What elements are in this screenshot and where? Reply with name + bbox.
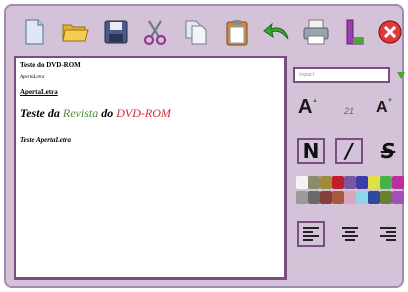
paste-button[interactable] (219, 12, 255, 52)
open-folder-icon (62, 24, 89, 42)
text-line: ApertaLetra (20, 88, 58, 96)
copy-button[interactable] (178, 12, 214, 52)
italic-button[interactable]: / (335, 138, 363, 164)
color-swatch[interactable] (296, 191, 308, 204)
font-size-value: 21 (343, 106, 354, 116)
triangle-up-icon: ▲ (312, 98, 318, 104)
color-swatch[interactable] (356, 191, 368, 204)
align-center-button[interactable] (336, 221, 364, 247)
undo-arrow-icon (263, 22, 289, 40)
text-segment: Teste da (20, 106, 63, 120)
chevron-down-icon[interactable] (396, 70, 406, 80)
align-right-icon (380, 227, 396, 241)
text-line: ApertaLetra (20, 75, 45, 80)
cut-scissors-icon (143, 20, 167, 46)
bold-button[interactable]: N (297, 138, 325, 164)
color-swatch[interactable] (356, 176, 368, 189)
increase-font-label: A (298, 96, 313, 118)
logo-button[interactable] (336, 12, 372, 52)
color-swatch[interactable] (344, 176, 356, 189)
align-right-button[interactable] (374, 221, 402, 247)
text-segment: Revista (62, 106, 99, 120)
align-center-icon (342, 227, 358, 241)
align-left-icon (303, 227, 319, 241)
triangle-down-icon: ▼ (387, 98, 393, 104)
color-palette (296, 176, 406, 208)
text-editor[interactable]: Teste do DVD-ROM ApertaLetra ApertaLetra… (14, 56, 287, 280)
color-swatch[interactable] (380, 191, 392, 204)
text-segment: do (98, 106, 117, 120)
close-icon (378, 20, 402, 44)
save-disk-icon (104, 20, 128, 44)
save-button[interactable] (98, 12, 134, 52)
paste-clipboard-icon (226, 20, 248, 46)
color-swatch[interactable] (368, 176, 380, 189)
toolbar (10, 12, 402, 56)
color-swatch[interactable] (320, 191, 332, 204)
decrease-font-button[interactable]: A ▼ (376, 96, 406, 126)
increase-font-button[interactable]: A ▲ (298, 96, 328, 126)
color-swatch[interactable] (392, 191, 404, 204)
strikethrough-button[interactable]: S (374, 138, 402, 164)
font-select[interactable]: Impact (293, 67, 390, 83)
text-line: Teste da Revista do DVD-ROM (20, 106, 171, 121)
open-button[interactable] (57, 12, 93, 52)
copy-icon (185, 20, 207, 45)
print-icon (303, 19, 329, 45)
color-swatch[interactable] (308, 176, 320, 189)
color-swatch[interactable] (380, 176, 392, 189)
text-line: Teste do DVD-ROM (20, 61, 81, 69)
color-swatch[interactable] (296, 176, 308, 189)
color-swatch[interactable] (332, 176, 344, 189)
text-line: Teste ApertaLetra (20, 136, 72, 144)
print-button[interactable] (298, 12, 334, 52)
new-document-button[interactable] (16, 12, 52, 52)
undo-button[interactable] (259, 12, 295, 52)
color-swatch[interactable] (392, 176, 404, 189)
close-button[interactable] (372, 12, 408, 52)
app-window: Teste do DVD-ROM ApertaLetra ApertaLetra… (4, 4, 406, 288)
color-swatch[interactable] (368, 191, 380, 204)
text-segment: DVD-ROM (116, 106, 171, 120)
logo-l-icon (346, 19, 364, 45)
color-swatch[interactable] (320, 176, 332, 189)
new-document-icon (25, 19, 44, 45)
align-left-button[interactable] (297, 221, 325, 247)
color-swatch[interactable] (308, 191, 320, 204)
cut-button[interactable] (137, 12, 173, 52)
decrease-font-label: A (376, 99, 388, 116)
color-swatch[interactable] (332, 191, 344, 204)
color-swatch[interactable] (344, 191, 356, 204)
